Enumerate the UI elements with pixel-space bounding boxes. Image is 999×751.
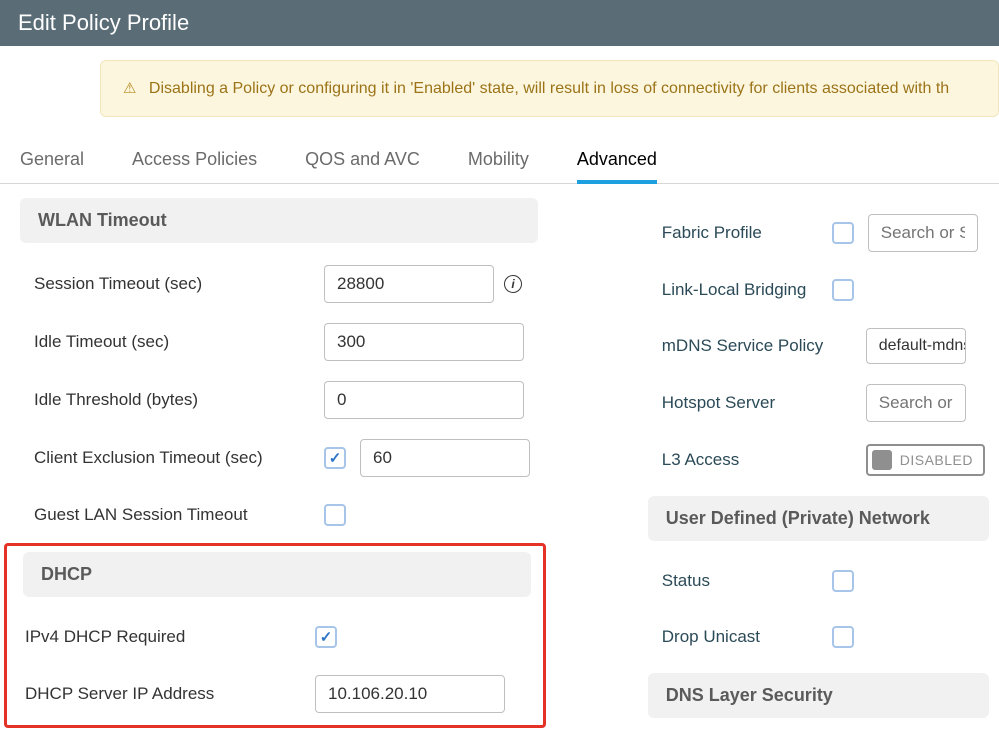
left-column: WLAN Timeout Session Timeout (sec) i Idl… [20,198,538,728]
tab-qos-avc[interactable]: QOS and AVC [305,149,420,183]
link-local-bridging-checkbox[interactable] [832,279,854,301]
page-title: Edit Policy Profile [0,0,999,46]
dhcp-highlight: DHCP IPv4 DHCP Required ✓ DHCP Server IP… [4,543,546,728]
guest-lan-checkbox[interactable] [324,504,346,526]
fabric-profile-label: Fabric Profile [662,223,832,243]
udn-status-checkbox[interactable] [832,570,854,592]
idle-threshold-label: Idle Threshold (bytes) [34,390,324,410]
dhcp-server-ip-input[interactable] [315,675,505,713]
row-hotspot-server: Hotspot Server [648,374,989,432]
row-guest-lan: Guest LAN Session Timeout [20,487,538,543]
drop-unicast-label: Drop Unicast [662,627,832,647]
row-fabric-profile: Fabric Profile [648,204,989,262]
l3-access-label: L3 Access [662,450,832,470]
form-panel: WLAN Timeout Session Timeout (sec) i Idl… [0,184,999,740]
warning-text: Disabling a Policy or configuring it in … [149,80,949,97]
row-mdns-policy: mDNS Service Policy default-mdns- [648,318,989,374]
drop-unicast-checkbox[interactable] [832,626,854,648]
l3-access-toggle[interactable]: DISABLED [866,444,985,476]
tab-bar: General Access Policies QOS and AVC Mobi… [0,135,999,184]
idle-timeout-input[interactable] [324,323,524,361]
guest-lan-label: Guest LAN Session Timeout [34,505,324,525]
content-area: ⚠ Disabling a Policy or configuring it i… [0,46,999,740]
tab-mobility[interactable]: Mobility [468,149,529,183]
tab-access-policies[interactable]: Access Policies [132,149,257,183]
idle-threshold-input[interactable] [324,381,524,419]
mdns-policy-select[interactable]: default-mdns- [866,328,966,364]
row-idle-threshold: Idle Threshold (bytes) [20,371,538,429]
section-dns-layer: DNS Layer Security [648,673,989,718]
idle-timeout-label: Idle Timeout (sec) [34,332,324,352]
ipv4-dhcp-required-label: IPv4 DHCP Required [25,627,315,647]
session-timeout-label: Session Timeout (sec) [34,274,324,294]
hotspot-server-label: Hotspot Server [662,393,832,413]
row-idle-timeout: Idle Timeout (sec) [20,313,538,371]
udn-status-label: Status [662,571,832,591]
link-local-bridging-label: Link-Local Bridging [662,280,832,300]
fabric-profile-select[interactable] [868,214,978,252]
row-dhcp-server-ip: DHCP Server IP Address [11,665,539,723]
section-dhcp: DHCP [23,552,531,597]
info-icon[interactable]: i [504,275,522,293]
right-column: Fabric Profile Link-Local Bridging mDNS … [648,198,989,730]
ipv4-dhcp-required-checkbox[interactable]: ✓ [315,626,337,648]
row-client-exclusion: Client Exclusion Timeout (sec) ✓ [20,429,538,487]
client-exclusion-input[interactable] [360,439,530,477]
row-udn-status: Status [648,553,989,609]
l3-access-toggle-text: DISABLED [900,452,973,468]
hotspot-server-select[interactable] [866,384,966,422]
tab-general[interactable]: General [20,149,84,183]
row-drop-unicast: Drop Unicast [648,609,989,665]
section-wlan-timeout: WLAN Timeout [20,198,538,243]
client-exclusion-label: Client Exclusion Timeout (sec) [34,448,324,468]
row-l3-access: L3 Access DISABLED [648,432,989,488]
tab-advanced[interactable]: Advanced [577,149,657,184]
row-session-timeout: Session Timeout (sec) i [20,255,538,313]
row-link-local-bridging: Link-Local Bridging [648,262,989,318]
warning-alert: ⚠ Disabling a Policy or configuring it i… [100,60,999,117]
mdns-policy-label: mDNS Service Policy [662,336,832,356]
client-exclusion-checkbox[interactable]: ✓ [324,447,346,469]
toggle-knob-icon [872,450,892,470]
row-ipv4-dhcp-required: IPv4 DHCP Required ✓ [11,609,539,665]
dhcp-server-ip-label: DHCP Server IP Address [25,684,315,704]
session-timeout-input[interactable] [324,265,494,303]
section-udn: User Defined (Private) Network [648,496,989,541]
warning-icon: ⚠ [123,79,136,97]
fabric-profile-checkbox[interactable] [832,222,854,244]
